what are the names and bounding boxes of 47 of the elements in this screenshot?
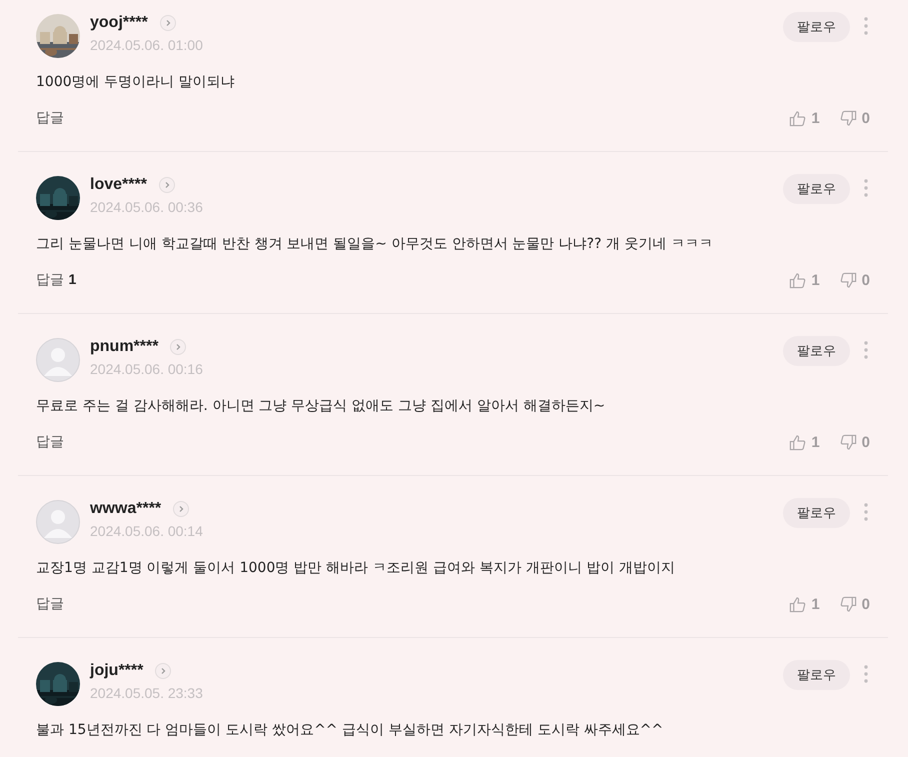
comment-text: 무료로 주는 걸 감사해해라. 아니면 그냥 무상급식 없애도 그냥 집에서 알아서 해결하든지~ [36,397,606,416]
username[interactable]: pnum**** [90,338,158,356]
like-count: 1 [811,434,820,450]
chevron-icon[interactable] [158,177,175,193]
dislike-count: 0 [862,596,870,612]
comment-text: 1000명에 두명이라니 말이되냐 [36,73,236,92]
follow-button[interactable]: 팔로우 [783,12,850,42]
thumbs-up-icon[interactable] [789,272,806,288]
avatar-icon [36,500,80,544]
dislike-count: 0 [862,110,870,126]
thumbs-up-icon[interactable] [789,434,806,450]
comment-text: 불과 15년전까진 다 엄마들이 도시락 쌌어요^^ 급식이 부실하면 자기자식한테 도시락 싸주세요^^ [36,721,664,740]
thumbs-down-icon[interactable] [840,596,857,612]
thumbs-down-icon[interactable] [840,110,857,126]
chevron-icon[interactable] [160,15,176,31]
reply-link[interactable]: 답글 [36,433,64,451]
more-icon[interactable] [864,179,868,197]
dislike-count: 0 [862,272,870,288]
chevron-icon[interactable] [173,501,190,517]
thumbs-up-icon[interactable] [789,110,806,126]
dislike-count: 0 [862,434,870,450]
follow-button[interactable]: 팔로우 [783,336,850,366]
comment-text: 교장1명 교감1명 이렇게 둘이서 1000명 밥만 해바라 ㅋ조리원 급여와 복지가 개판이니 밥이 개밥이지 [36,559,676,578]
avatar-icon [36,338,80,382]
follow-button[interactable]: 팔로우 [783,660,850,690]
reply-link[interactable]: 답글 [36,595,64,613]
follow-button[interactable]: 팔로우 [783,174,850,204]
like-count: 1 [811,272,820,288]
username[interactable]: wwwa**** [90,500,162,518]
more-icon[interactable] [864,503,868,521]
more-icon[interactable] [864,665,868,683]
chevron-icon[interactable] [155,663,172,679]
username[interactable]: joju**** [90,662,144,680]
thumbs-down-icon[interactable] [840,434,857,450]
more-icon[interactable] [864,341,868,359]
chevron-icon[interactable] [170,339,186,355]
follow-button[interactable]: 팔로우 [783,498,850,528]
thumbs-up-icon[interactable] [789,596,806,612]
thumbs-down-icon[interactable] [840,272,857,288]
reply-link[interactable]: 답글 1 [36,271,76,289]
comment-text: 그리 눈물나면 니애 학교갈때 반찬 챙겨 보내면 될일을~ 아무것도 안하면서 눈물만 나냐?? 개 웃기네 ㅋㅋㅋ [36,235,714,254]
username[interactable]: love**** [90,176,147,194]
like-count: 1 [811,596,820,612]
like-count: 1 [811,110,820,126]
username[interactable]: yooj**** [90,14,148,32]
more-icon[interactable] [864,17,868,35]
reply-link[interactable]: 답글 [36,109,64,127]
